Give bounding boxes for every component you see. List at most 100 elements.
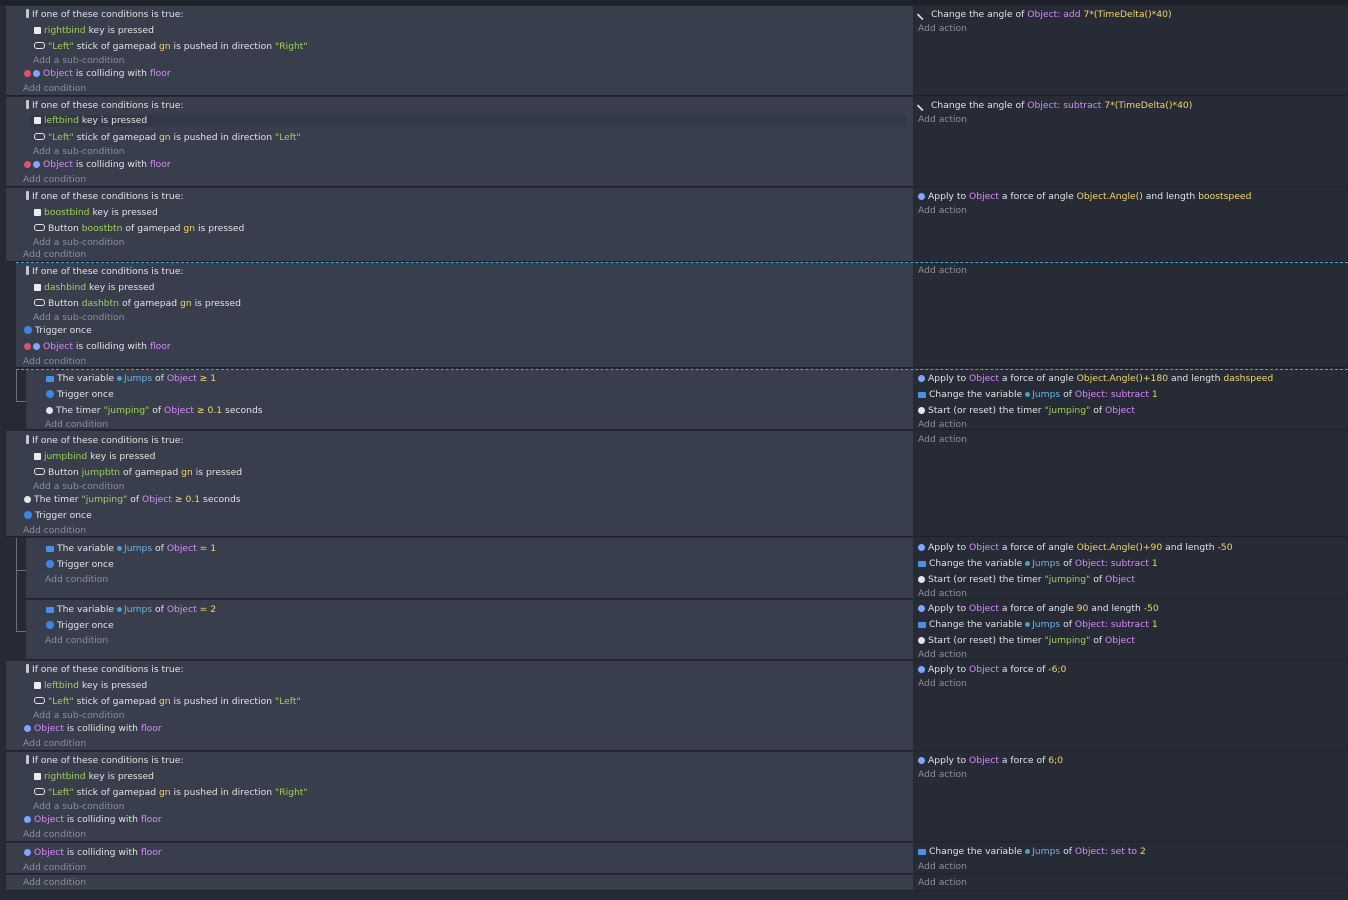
event-6[interactable]: If one of these conditions is true: jump… [6,431,1348,537]
actions-pane[interactable]: Apply to Object a force of angle Object.… [915,188,1348,262]
add-action-link[interactable]: Add action [918,419,967,431]
add-action-link[interactable]: Add action [918,877,967,889]
timer-action[interactable]: Start (or reset) the timer "jumping" of … [918,405,1135,417]
angle-action[interactable]: Change the angle of Object: add 7*(TimeD… [916,7,1172,21]
add-action-link[interactable]: Add action [918,649,967,661]
event-11[interactable]: Object is colliding with floor Add condi… [6,843,1348,874]
conditions-pane[interactable]: The variable Jumps of Object = 2 Trigger… [26,600,913,660]
add-subcondition-link[interactable]: Add a sub-condition [33,710,125,722]
actions-pane[interactable]: Change the angle of Object: subtract 7*(… [915,97,1348,187]
timer-action[interactable]: Start (or reset) the timer "jumping" of … [918,635,1135,647]
add-condition-link[interactable]: Add condition [23,356,86,368]
key-condition[interactable]: leftbind key is pressed [34,680,147,692]
actions-pane[interactable]: Apply to Object a force of 6;0 Add actio… [915,752,1348,842]
stick-condition[interactable]: "Left" stick of gamepad gn is pushed in … [34,787,308,799]
add-action-link[interactable]: Add action [918,678,967,690]
actions-pane[interactable]: Change the angle of Object: add 7*(TimeD… [915,6,1348,96]
event-1[interactable]: If one of these conditions is true: righ… [6,6,1348,96]
force-action[interactable]: Apply to Object a force of angle Object.… [918,373,1273,385]
actions-pane[interactable]: Apply to Object a force of -6;0 Add acti… [915,661,1348,751]
stick-condition[interactable]: "Left" stick of gamepad gn is pushed in … [34,132,301,144]
trigger-once-condition[interactable]: Trigger once [24,325,92,337]
add-action-link[interactable]: Add action [918,769,967,781]
collision-condition[interactable]: Object is colliding with floor [24,341,171,353]
actions-pane[interactable]: Add action [915,263,1348,368]
actions-pane[interactable]: Add action [915,875,1348,891]
collision-condition[interactable]: Object is colliding with floor [24,159,171,171]
key-condition[interactable]: rightbind key is pressed [34,25,154,37]
conditions-pane[interactable]: If one of these conditions is true: left… [6,97,913,187]
add-condition-link[interactable]: Add condition [23,174,86,186]
variable-condition[interactable]: The variable Jumps of Object = 2 [46,604,216,616]
or-condition[interactable]: If one of these conditions is true: [26,191,184,203]
force-action[interactable]: Apply to Object a force of angle Object.… [918,542,1233,554]
conditions-pane[interactable]: If one of these conditions is true: boos… [6,188,913,262]
button-condition[interactable]: Button jumpbtn of gamepad gn is pressed [34,467,242,479]
variable-action[interactable]: Change the variable Jumps of Object: sub… [918,389,1158,401]
timer-condition[interactable]: The timer "jumping" of Object ≥ 0.1 seco… [24,494,241,506]
add-condition-link[interactable]: Add condition [23,83,86,95]
conditions-pane[interactable]: Add condition [6,875,913,891]
actions-pane[interactable]: Apply to Object a force of angle Object.… [915,538,1348,599]
conditions-pane[interactable]: If one of these conditions is true: righ… [6,6,913,96]
or-condition[interactable]: If one of these conditions is true: [26,100,184,112]
trigger-once-condition[interactable]: Trigger once [46,389,114,401]
add-action-link[interactable]: Add action [918,23,967,35]
add-condition-link[interactable]: Add condition [45,635,108,647]
angle-action[interactable]: Change the angle of Object: subtract 7*(… [916,98,1192,112]
add-action-link[interactable]: Add action [918,114,967,126]
conditions-pane[interactable]: If one of these conditions is true: jump… [6,431,913,537]
key-condition[interactable]: jumpbind key is pressed [34,451,156,463]
collision-condition[interactable]: Object is colliding with floor [24,814,162,826]
event-3[interactable]: If one of these conditions is true: boos… [6,188,1348,262]
key-condition[interactable]: boostbind key is pressed [34,207,158,219]
stick-condition[interactable]: "Left" stick of gamepad gn is pushed in … [34,41,308,53]
event-12[interactable]: Add condition Add action [6,875,1348,891]
collision-condition[interactable]: Object is colliding with floor [24,68,171,80]
add-condition-link[interactable]: Add condition [45,574,108,586]
add-subcondition-link[interactable]: Add a sub-condition [33,146,125,158]
add-subcondition-link[interactable]: Add a sub-condition [33,237,125,249]
add-subcondition-link[interactable]: Add a sub-condition [33,312,125,324]
collision-condition[interactable]: Object is colliding with floor [24,723,162,735]
timer-action[interactable]: Start (or reset) the timer "jumping" of … [918,574,1135,586]
actions-pane[interactable]: Change the variable Jumps of Object: set… [915,843,1348,874]
conditions-pane[interactable]: The variable Jumps of Object ≥ 1 Trigger… [26,370,913,430]
trigger-once-condition[interactable]: Trigger once [46,620,114,632]
force-action[interactable]: Apply to Object a force of 6;0 [918,755,1063,767]
event-5[interactable]: The variable Jumps of Object ≥ 1 Trigger… [26,370,1348,430]
collision-condition[interactable]: Object is colliding with floor [24,847,162,859]
conditions-pane[interactable]: If one of these conditions is true: righ… [6,752,913,842]
force-action[interactable]: Apply to Object a force of angle Object.… [918,191,1251,203]
conditions-pane[interactable]: If one of these conditions is true: left… [6,661,913,751]
trigger-once-condition[interactable]: Trigger once [24,510,92,522]
trigger-once-condition[interactable]: Trigger once [46,559,114,571]
add-action-link[interactable]: Add action [918,588,967,600]
or-condition[interactable]: If one of these conditions is true: [26,755,184,767]
force-action[interactable]: Apply to Object a force of -6;0 [918,664,1066,676]
conditions-pane[interactable]: Object is colliding with floor Add condi… [6,843,913,874]
force-action[interactable]: Apply to Object a force of angle 90 and … [918,603,1159,615]
variable-condition[interactable]: The variable Jumps of Object = 1 [46,543,216,555]
conditions-pane[interactable]: The variable Jumps of Object = 1 Trigger… [26,538,913,599]
or-condition[interactable]: If one of these conditions is true: [26,664,184,676]
add-subcondition-link[interactable]: Add a sub-condition [33,801,125,813]
add-action-link[interactable]: Add action [918,861,967,873]
key-condition[interactable]: leftbind key is pressed [30,115,906,127]
add-condition-link[interactable]: Add condition [23,249,86,261]
add-condition-link[interactable]: Add condition [45,419,108,431]
add-action-link[interactable]: Add action [918,265,967,277]
variable-action[interactable]: Change the variable Jumps of Object: sub… [918,619,1158,631]
add-condition-link[interactable]: Add condition [23,525,86,537]
actions-pane[interactable]: Apply to Object a force of angle Object.… [915,370,1348,430]
add-condition-link[interactable]: Add condition [23,829,86,841]
key-condition[interactable]: dashbind key is pressed [34,282,154,294]
variable-condition[interactable]: The variable Jumps of Object ≥ 1 [46,373,216,385]
event-7[interactable]: The variable Jumps of Object = 1 Trigger… [26,538,1348,599]
add-subcondition-link[interactable]: Add a sub-condition [33,55,125,67]
add-condition-link[interactable]: Add condition [23,862,86,874]
event-4[interactable]: If one of these conditions is true: dash… [16,263,1348,368]
variable-action[interactable]: Change the variable Jumps of Object: set… [918,846,1146,858]
or-condition[interactable]: If one of these conditions is true: [26,435,184,447]
or-condition[interactable]: If one of these conditions is true: [26,266,184,278]
